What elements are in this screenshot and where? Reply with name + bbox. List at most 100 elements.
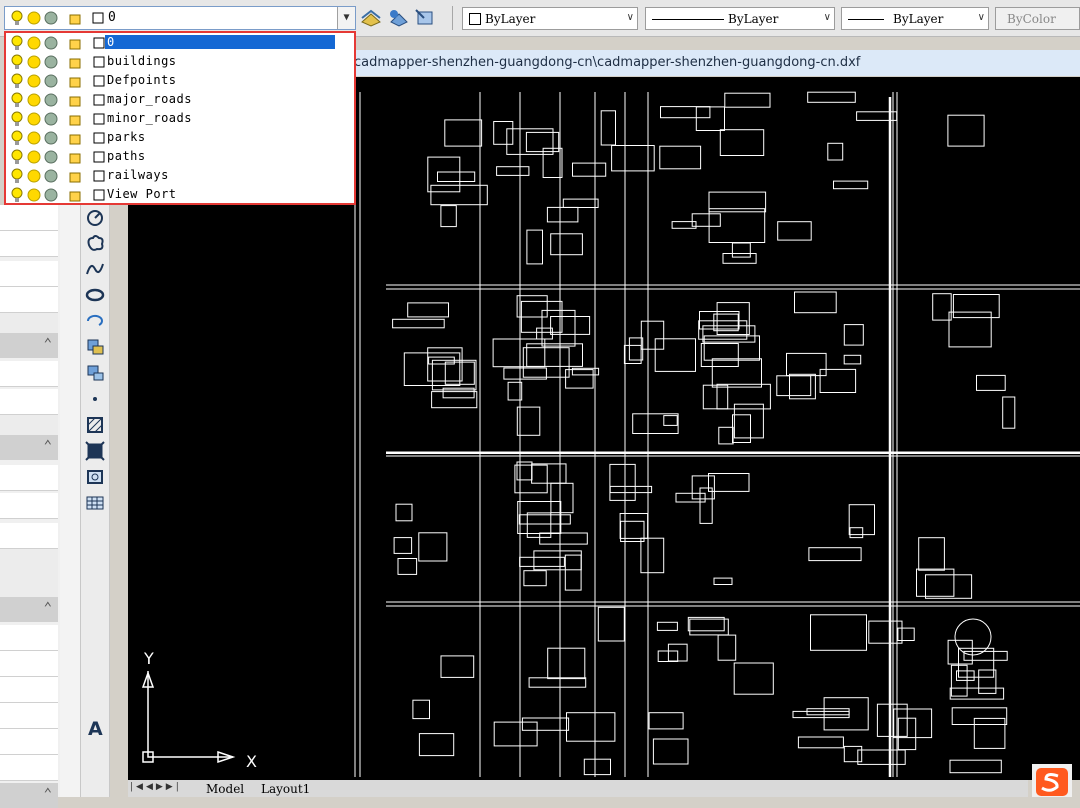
layer-state-icons	[11, 10, 104, 25]
spline-icon[interactable]	[85, 259, 105, 279]
property-field[interactable]	[0, 493, 58, 519]
ucs-y-label: Y	[143, 649, 154, 668]
viewport-freeze-icon	[44, 36, 58, 50]
color-square-icon	[93, 151, 105, 163]
layer-list-item[interactable]: paths	[6, 148, 351, 167]
chevron-down-icon[interactable]: ∨	[627, 12, 634, 23]
property-field[interactable]	[0, 231, 58, 257]
lightbulb-icon	[11, 10, 23, 25]
layer-dropdown-list[interactable]: 0 buildings Defpoints major_roads minor_road…	[4, 31, 356, 205]
lightbulb-icon	[11, 168, 23, 183]
point-icon[interactable]	[85, 389, 105, 409]
table-icon[interactable]	[85, 493, 105, 513]
lightbulb-icon	[11, 187, 23, 202]
chevron-up-icon[interactable]: ⌃	[44, 438, 52, 454]
layer-state-icons	[11, 92, 105, 107]
ellipse-icon[interactable]	[85, 285, 105, 305]
sun-icon	[27, 55, 41, 69]
lock-icon	[69, 134, 81, 145]
section-header-collapse[interactable]: ⌃	[0, 333, 58, 358]
lock-icon	[69, 153, 81, 164]
section-header-collapse[interactable]: ⌃	[0, 597, 58, 622]
revcloud-icon[interactable]	[85, 233, 105, 253]
layer-previous-icon[interactable]	[414, 8, 436, 28]
chevron-up-icon[interactable]: ⌃	[44, 336, 52, 352]
lightbulb-icon	[11, 92, 23, 107]
linetype-value: ByLayer	[728, 12, 779, 26]
lock-icon	[69, 96, 81, 107]
property-field[interactable]	[0, 523, 58, 549]
linetype-control[interactable]: ByLayer ∨	[645, 7, 835, 30]
property-field[interactable]	[0, 755, 58, 781]
color-square-icon	[93, 75, 105, 87]
layer-list-item[interactable]: railways	[6, 167, 351, 186]
layer-state-icons	[11, 187, 105, 202]
layer-list-item[interactable]: View Port	[6, 186, 351, 205]
property-field[interactable]	[0, 205, 58, 231]
insert-block-icon[interactable]	[85, 337, 105, 357]
color-control[interactable]: ByLayer ∨	[462, 7, 638, 30]
property-field[interactable]	[0, 703, 58, 729]
lock-icon	[69, 39, 81, 50]
section-header-collapse[interactable]: ⌃	[0, 435, 58, 460]
chevron-up-icon[interactable]: ⌃	[44, 600, 52, 616]
viewport-freeze-icon	[44, 188, 58, 202]
property-field[interactable]	[0, 465, 58, 491]
make-current-layer-icon[interactable]	[360, 8, 382, 28]
viewport-freeze-icon	[44, 131, 58, 145]
color-square-icon	[93, 94, 105, 106]
lineweight-preview	[848, 19, 884, 20]
layer-list-item[interactable]: buildings	[6, 53, 351, 72]
property-field[interactable]	[0, 651, 58, 677]
viewport-freeze-icon	[44, 93, 58, 107]
layer-list-item[interactable]: minor_roads	[6, 110, 351, 129]
layer-list-item[interactable]: parks	[6, 129, 351, 148]
layer-list-item[interactable]: major_roads	[6, 91, 351, 110]
viewport-freeze-icon	[44, 55, 58, 69]
drawing-title-bar: cadmapper-shenzhen-guangdong-cn\cadmappe…	[354, 50, 1080, 76]
make-block-icon[interactable]	[85, 363, 105, 383]
layer-list-item[interactable]: Defpoints	[6, 72, 351, 91]
sun-icon	[27, 131, 41, 145]
multiline-text-icon[interactable]: A	[88, 718, 103, 740]
property-field[interactable]	[0, 287, 58, 313]
color-square-icon	[93, 37, 105, 49]
section-header-collapse[interactable]: ⌃	[0, 783, 58, 808]
property-field[interactable]	[0, 677, 58, 703]
palette-splitter[interactable]	[60, 205, 80, 797]
layer-state-icons	[11, 111, 105, 126]
layer-combo[interactable]: 0 ▼	[4, 6, 356, 30]
panel-spacer	[0, 549, 58, 597]
ellipse-arc-icon[interactable]	[85, 311, 105, 331]
sun-icon	[27, 188, 41, 202]
property-field[interactable]	[0, 625, 58, 651]
layer-name: railways	[107, 168, 169, 182]
lineweight-control[interactable]: ByLayer ∨	[841, 7, 989, 30]
gradient-icon[interactable]	[85, 441, 105, 461]
panel-spacer	[0, 313, 58, 333]
sun-icon	[27, 74, 41, 88]
property-field[interactable]	[0, 389, 58, 415]
draw-toolbar: A	[80, 205, 110, 797]
property-field[interactable]	[0, 729, 58, 755]
chevron-down-icon[interactable]: ∨	[978, 12, 985, 23]
hatch-icon[interactable]	[85, 415, 105, 435]
region-icon[interactable]	[85, 467, 105, 487]
tab-layout1[interactable]: Layout1	[261, 782, 310, 796]
lightbulb-icon	[11, 111, 23, 126]
drawing-file-path: cadmapper-shenzhen-guangdong-cn\cadmappe…	[354, 55, 861, 70]
layer-list-item[interactable]: 0	[6, 34, 351, 53]
tab-navigation-arrows[interactable]: |◀◀▶▶|	[130, 782, 182, 792]
layer-match-icon[interactable]	[387, 8, 409, 28]
property-field[interactable]	[0, 361, 58, 387]
color-square-icon	[93, 56, 105, 68]
layer-state-icons	[11, 168, 105, 183]
layer-name: parks	[107, 130, 146, 144]
arc-icon[interactable]	[85, 208, 105, 228]
tab-model[interactable]: Model	[206, 782, 244, 796]
chevron-down-icon[interactable]: ∨	[824, 12, 831, 23]
property-field[interactable]	[0, 261, 58, 287]
plotstyle-control[interactable]: ByColor	[995, 7, 1080, 30]
combo-dropdown-arrow[interactable]: ▼	[337, 7, 355, 29]
chevron-up-icon[interactable]: ⌃	[44, 786, 52, 802]
